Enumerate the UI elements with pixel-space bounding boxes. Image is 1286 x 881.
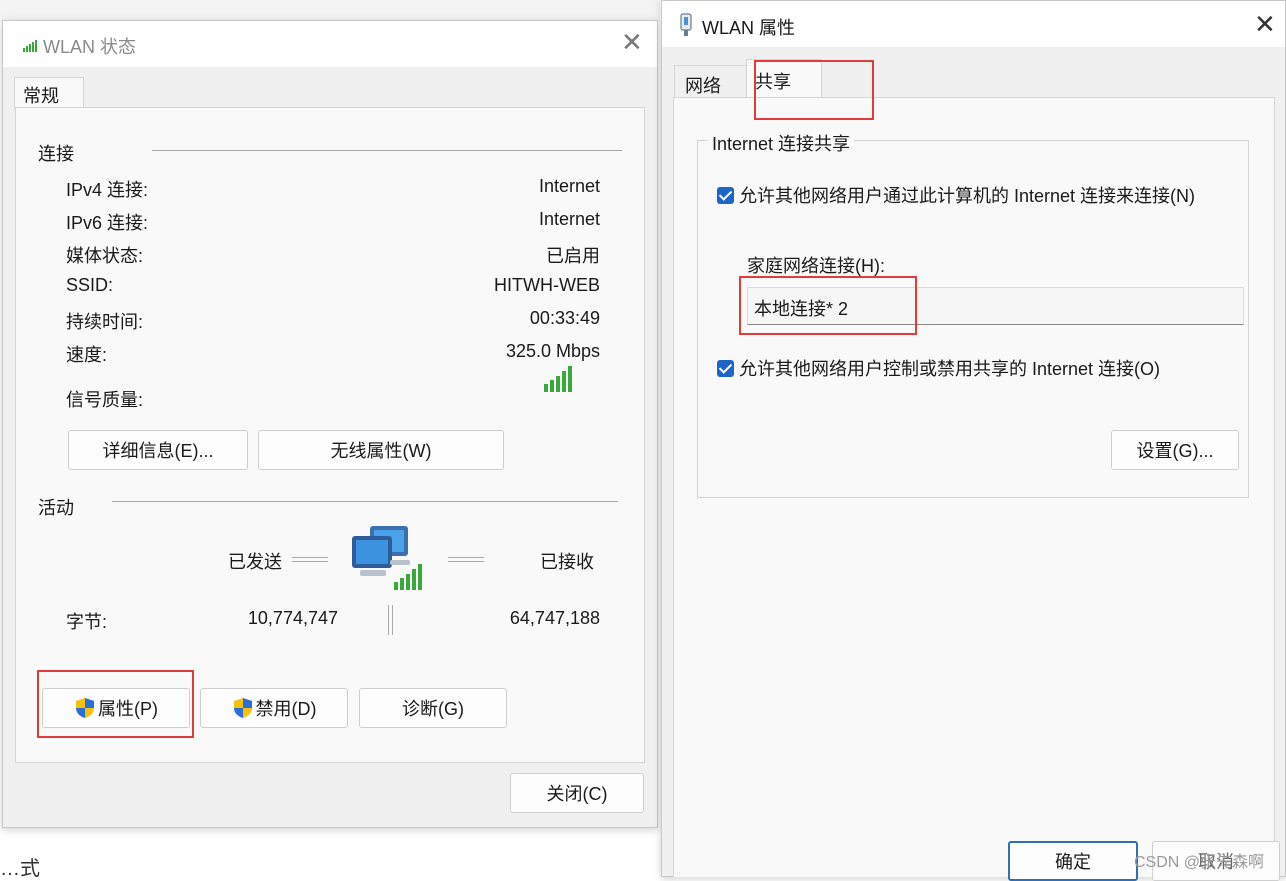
background-window-strip	[0, 0, 660, 22]
duration-value: 00:33:49	[529, 308, 600, 328]
properties-highlight-box	[37, 670, 194, 738]
ipv6-label: IPv6 连接:	[66, 213, 149, 233]
ssid-label: SSID:	[66, 275, 114, 295]
wlan-properties-dialog: WLAN 属性 ✕ 网络 共享 Internet 连接共享 允许其他网络用户通过…	[661, 0, 1286, 881]
wireless-properties-button[interactable]: 无线属性(W)	[258, 430, 504, 470]
network-computers-icon	[350, 524, 426, 595]
signal-strength-icon	[544, 366, 576, 397]
home-network-label: 家庭网络连接(H):	[747, 256, 885, 276]
activity-divider	[112, 501, 618, 502]
shield-icon	[232, 697, 254, 719]
received-line	[448, 557, 484, 562]
settings-button[interactable]: 设置(G)...	[1111, 430, 1239, 470]
disable-button[interactable]: 禁用(D)	[200, 688, 348, 728]
ok-button[interactable]: 确定	[1008, 841, 1138, 881]
background-text: …式	[0, 858, 40, 880]
allow-connect-checkbox[interactable]	[717, 187, 734, 204]
ics-group-title: Internet 连接共享	[708, 130, 855, 156]
duration-label: 持续时间:	[66, 312, 144, 332]
media-state-value: 已启用	[546, 246, 600, 266]
close-icon[interactable]: ✕	[1254, 11, 1276, 37]
activity-heading: 活动	[38, 498, 74, 518]
watermark-text: CSDN @张先森啊	[1134, 854, 1265, 871]
general-panel: 连接 IPv4 连接: Internet IPv6 连接: Internet 媒…	[15, 107, 645, 763]
received-label: 已接收	[540, 552, 594, 572]
connection-divider	[152, 150, 622, 151]
tab-network[interactable]: 网络	[674, 65, 748, 98]
allow-connect-label: 允许其他网络用户通过此计算机的 Internet 连接来连接(N)	[739, 186, 1196, 206]
home-network-highlight-box	[739, 276, 917, 335]
diagnose-button[interactable]: 诊断(G)	[359, 688, 507, 728]
bytes-divider	[388, 605, 393, 635]
close-button[interactable]: 关闭(C)	[510, 773, 644, 813]
status-title: WLAN 状态	[43, 37, 137, 57]
sent-label: 已发送	[228, 552, 282, 572]
bytes-received-value: 64,747,188	[509, 608, 600, 628]
sharing-panel: Internet 连接共享 允许其他网络用户通过此计算机的 Internet 连…	[673, 97, 1275, 877]
bytes-sent-value: 10,774,747	[247, 608, 338, 628]
allow-control-checkbox[interactable]	[717, 360, 734, 377]
allow-control-label: 允许其他网络用户控制或禁用共享的 Internet 连接(O)	[739, 359, 1161, 379]
close-icon[interactable]: ✕	[621, 29, 643, 55]
ipv4-value: Internet	[538, 176, 600, 196]
status-titlebar: WLAN 状态 ✕	[3, 21, 657, 67]
signal-quality-label: 信号质量:	[66, 390, 144, 410]
speed-label: 速度:	[66, 345, 108, 365]
tab-general-label: 常规	[23, 86, 59, 106]
details-button[interactable]: 详细信息(E)...	[68, 430, 248, 470]
tab-general[interactable]: 常规	[14, 77, 84, 109]
ipv6-value: Internet	[538, 209, 600, 229]
media-state-label: 媒体状态:	[66, 246, 144, 266]
disable-button-label: 禁用(D)	[255, 699, 317, 719]
speed-value: 325.0 Mbps	[505, 341, 600, 361]
wifi-signal-icon	[23, 38, 37, 57]
sent-line	[292, 557, 328, 562]
connection-heading: 连接	[38, 144, 74, 164]
network-adapter-icon	[678, 13, 694, 42]
bytes-label: 字节:	[66, 612, 108, 632]
props-titlebar: WLAN 属性 ✕	[662, 1, 1285, 47]
props-title: WLAN 属性	[702, 18, 796, 38]
ssid-value: HITWH-WEB	[494, 275, 600, 295]
ipv4-label: IPv4 连接:	[66, 180, 149, 200]
sharing-tab-highlight-box	[754, 60, 874, 120]
tab-network-label: 网络	[685, 76, 721, 96]
